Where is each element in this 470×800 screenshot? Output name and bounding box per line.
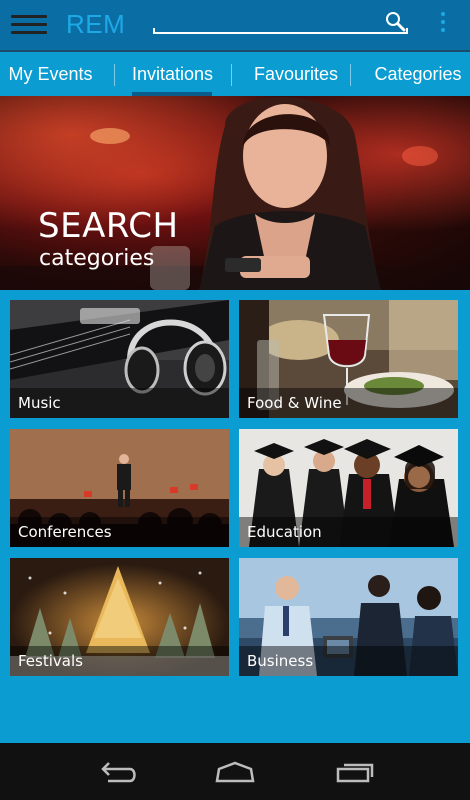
- category-tile-education[interactable]: Education: [239, 429, 458, 547]
- search-input[interactable]: [153, 12, 383, 32]
- home-icon[interactable]: [213, 757, 257, 787]
- category-label: Business: [247, 652, 314, 670]
- category-tile-business[interactable]: Business: [239, 558, 458, 676]
- hamburger-menu-icon[interactable]: [11, 14, 47, 36]
- tab-divider: [114, 64, 115, 86]
- hero-subtitle: categories: [39, 246, 155, 271]
- search-field[interactable]: [153, 12, 408, 34]
- category-label: Music: [18, 394, 61, 412]
- hero-banner: SEARCH categories: [0, 96, 470, 290]
- tab-favourites[interactable]: Favourites: [252, 52, 340, 96]
- tab-invitations[interactable]: Invitations: [132, 52, 213, 96]
- hero-title: SEARCH: [38, 206, 179, 246]
- recent-apps-icon[interactable]: [334, 757, 378, 787]
- category-label: Conferences: [18, 523, 112, 541]
- tab-divider: [350, 64, 351, 86]
- category-label: Food & Wine: [247, 394, 342, 412]
- overflow-menu-icon[interactable]: [439, 12, 447, 38]
- category-tile-music[interactable]: Music: [10, 300, 229, 418]
- category-label: Education: [247, 523, 322, 541]
- search-icon[interactable]: [384, 10, 406, 32]
- category-tile-food-and-wine[interactable]: Food & Wine: [239, 300, 458, 418]
- app-brand: REM: [66, 9, 126, 39]
- category-label: Festivals: [18, 652, 83, 670]
- tab-bar: My Events Invitations Favourites Categor…: [0, 50, 470, 96]
- system-navigation-bar: [0, 743, 470, 800]
- tab-categories[interactable]: Categories: [372, 52, 464, 96]
- tab-divider: [231, 64, 232, 86]
- category-tile-conferences[interactable]: Conferences: [10, 429, 229, 547]
- app-bar: REM: [0, 0, 470, 50]
- back-icon[interactable]: [94, 757, 138, 787]
- tab-my-events[interactable]: My Events: [0, 52, 101, 96]
- category-tile-festivals[interactable]: Festivals: [10, 558, 229, 676]
- search-underline: [153, 28, 408, 34]
- woman-with-phone-image: [199, 97, 381, 290]
